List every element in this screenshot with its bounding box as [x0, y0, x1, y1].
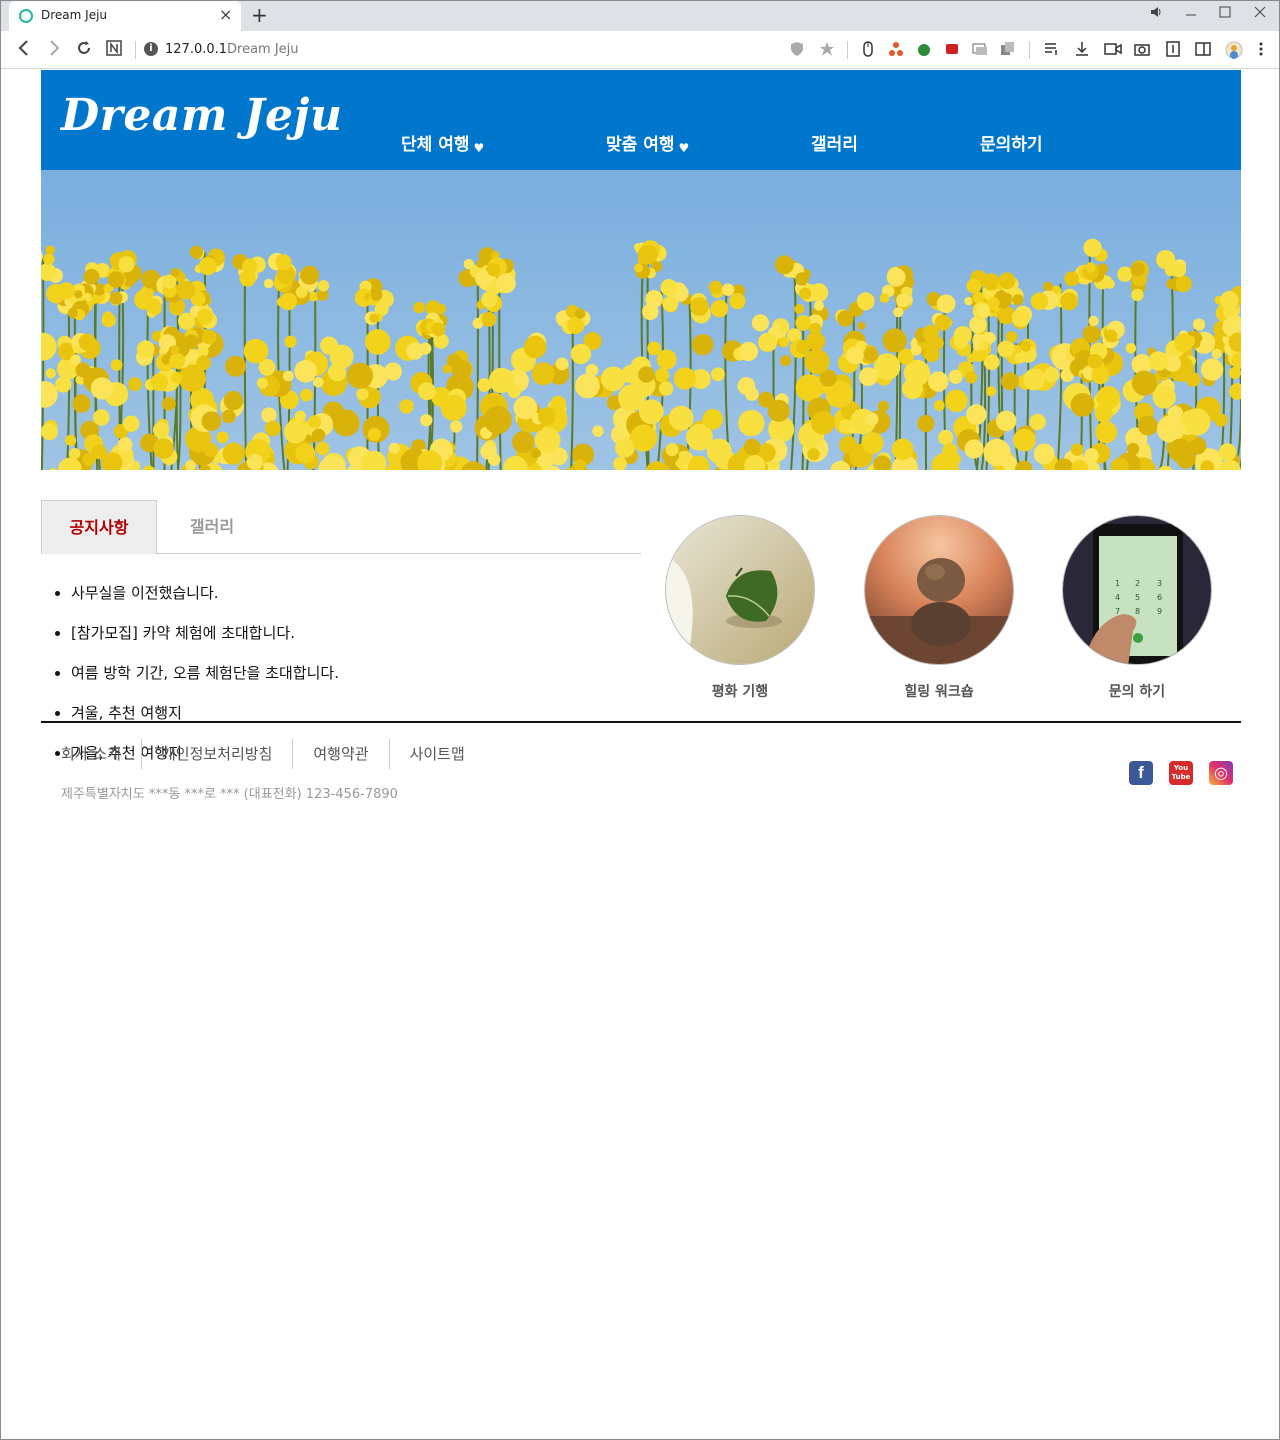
- svg-text:6: 6: [1157, 593, 1162, 602]
- screen-extension-icon[interactable]: [972, 41, 988, 57]
- svg-text:7: 7: [1115, 607, 1120, 616]
- nav-item-contact[interactable]: 문의하기: [980, 130, 1043, 155]
- speaker-icon[interactable]: [1149, 5, 1163, 24]
- svg-text:9: 9: [1157, 607, 1162, 616]
- svg-text:3: 3: [1157, 579, 1162, 588]
- svg-text:1: 1: [1115, 579, 1120, 588]
- footer-link-privacy[interactable]: 개인정보처리방침: [140, 739, 292, 769]
- bookmark-star-icon[interactable]: [819, 41, 835, 57]
- svg-text:4: 4: [1115, 593, 1120, 602]
- heart-dropdown-icon: ♥: [473, 141, 485, 155]
- footer-link-sitemap[interactable]: 사이트맵: [388, 739, 485, 769]
- site-info-icon[interactable]: i: [144, 42, 158, 56]
- forward-icon[interactable]: [45, 38, 63, 64]
- browser-tab[interactable]: Dream Jeju ×: [9, 1, 241, 31]
- reader-icon[interactable]: [1165, 41, 1181, 57]
- hero-banner-image: [41, 170, 1241, 470]
- site-header: Dream Jeju 단체 여행 ♥ 맞춤 여행 ♥ 갤러리 문의하기: [41, 70, 1241, 170]
- maximize-icon[interactable]: [1218, 5, 1232, 24]
- leaf-on-sand-image[interactable]: [665, 515, 815, 665]
- minimize-icon[interactable]: [1184, 5, 1198, 24]
- nav-item-group-tour[interactable]: 단체 여행 ♥: [401, 130, 484, 155]
- nav-label: 단체 여행: [401, 135, 470, 155]
- sidebar-icon[interactable]: [1195, 41, 1211, 57]
- svg-text:8: 8: [1135, 607, 1140, 616]
- notice-item[interactable]: 사무실을 이전했습니다.: [71, 580, 339, 620]
- browser-toolbar: i 127.0.0.1 Dream Jeju: [1, 31, 1279, 69]
- stacked-stones-image[interactable]: [864, 515, 1014, 665]
- shield-icon[interactable]: [789, 41, 805, 57]
- back-icon[interactable]: [15, 38, 33, 64]
- tab-strip: Dream Jeju × +: [1, 1, 1279, 31]
- close-window-icon[interactable]: [1253, 5, 1267, 24]
- quick-link-peace-tour[interactable]: 평화 기행: [665, 515, 815, 701]
- reload-icon[interactable]: [75, 38, 93, 64]
- camera-icon[interactable]: [1134, 41, 1150, 57]
- tab-close-icon[interactable]: ×: [219, 6, 232, 24]
- nav-label: 맞춤 여행: [606, 135, 675, 155]
- quick-link-label: 문의 하기: [1108, 684, 1166, 700]
- site-logo[interactable]: Dream Jeju: [61, 90, 342, 141]
- quick-link-label: 평화 기행: [711, 684, 769, 700]
- footer-links: 회사 소개 개인정보처리방침 여행약관 사이트맵: [41, 739, 485, 769]
- svg-text:5: 5: [1135, 593, 1140, 602]
- url-page-title[interactable]: Dream Jeju: [227, 42, 299, 57]
- board-tabs: 공지사항 갤러리: [41, 500, 641, 554]
- footer-address: 제주특별자치도 ***동 ***로 *** (대표전화) 123-456-789…: [61, 787, 398, 802]
- new-tab-button[interactable]: +: [251, 4, 268, 26]
- tab-notice[interactable]: 공지사항: [41, 500, 157, 554]
- site-footer: 회사 소개 개인정보처리방침 여행약관 사이트맵 제주특별자치도 ***동 ***로 …: [41, 721, 1241, 821]
- nav-item-gallery[interactable]: 갤러리: [811, 130, 858, 155]
- red-extension-icon[interactable]: [944, 41, 960, 57]
- naver-icon[interactable]: [106, 38, 122, 64]
- favicon-icon: [19, 9, 33, 23]
- notice-item[interactable]: 여름 방학 기간, 오름 체험단을 초대합니다.: [71, 660, 339, 700]
- svg-text:2: 2: [1135, 579, 1140, 588]
- profile-avatar-icon[interactable]: [1225, 41, 1243, 59]
- quick-link-contact[interactable]: 1 2 3 4 5 6 7 8 9 문의 하기: [1062, 515, 1212, 701]
- tab-title: Dream Jeju: [41, 8, 108, 22]
- copy-extension-icon[interactable]: [1000, 41, 1016, 57]
- browser-window: Dream Jeju × + i 127.0.0.1 Dream Jeju Dr…: [0, 0, 1280, 1440]
- video-icon[interactable]: [1104, 41, 1122, 57]
- leaf-extension-icon[interactable]: [916, 41, 932, 57]
- facebook-icon[interactable]: f: [1129, 761, 1153, 785]
- instagram-icon[interactable]: ◎: [1209, 761, 1233, 785]
- tree-extension-icon[interactable]: [888, 41, 904, 57]
- heart-dropdown-icon: ♥: [678, 141, 690, 155]
- canola-flower-field: [41, 170, 1241, 470]
- url-host[interactable]: 127.0.0.1: [165, 42, 227, 57]
- menu-icon[interactable]: [1253, 41, 1269, 57]
- main-nav: 단체 여행 ♥ 맞춤 여행 ♥ 갤러리 문의하기: [361, 130, 1241, 155]
- page-content: Dream Jeju 단체 여행 ♥ 맞춤 여행 ♥ 갤러리 문의하기 공지사항…: [41, 70, 1241, 790]
- mouse-extension-icon[interactable]: [860, 41, 876, 57]
- quick-link-healing-workshop[interactable]: 힐링 워크숍: [864, 515, 1014, 701]
- youtube-icon[interactable]: You Tube: [1169, 761, 1193, 785]
- notice-item[interactable]: [참가모집] 카약 체험에 초대합니다.: [71, 620, 339, 660]
- footer-link-terms[interactable]: 여행약관: [292, 739, 388, 769]
- phone-dialer-image[interactable]: 1 2 3 4 5 6 7 8 9: [1062, 515, 1212, 665]
- quick-link-label: 힐링 워크숍: [904, 684, 974, 700]
- footer-link-about[interactable]: 회사 소개: [41, 739, 141, 769]
- playlist-icon[interactable]: [1044, 41, 1060, 57]
- tab-gallery[interactable]: 갤러리: [157, 500, 267, 554]
- nav-item-custom-tour[interactable]: 맞춤 여행 ♥: [606, 130, 689, 155]
- download-icon[interactable]: [1074, 41, 1090, 57]
